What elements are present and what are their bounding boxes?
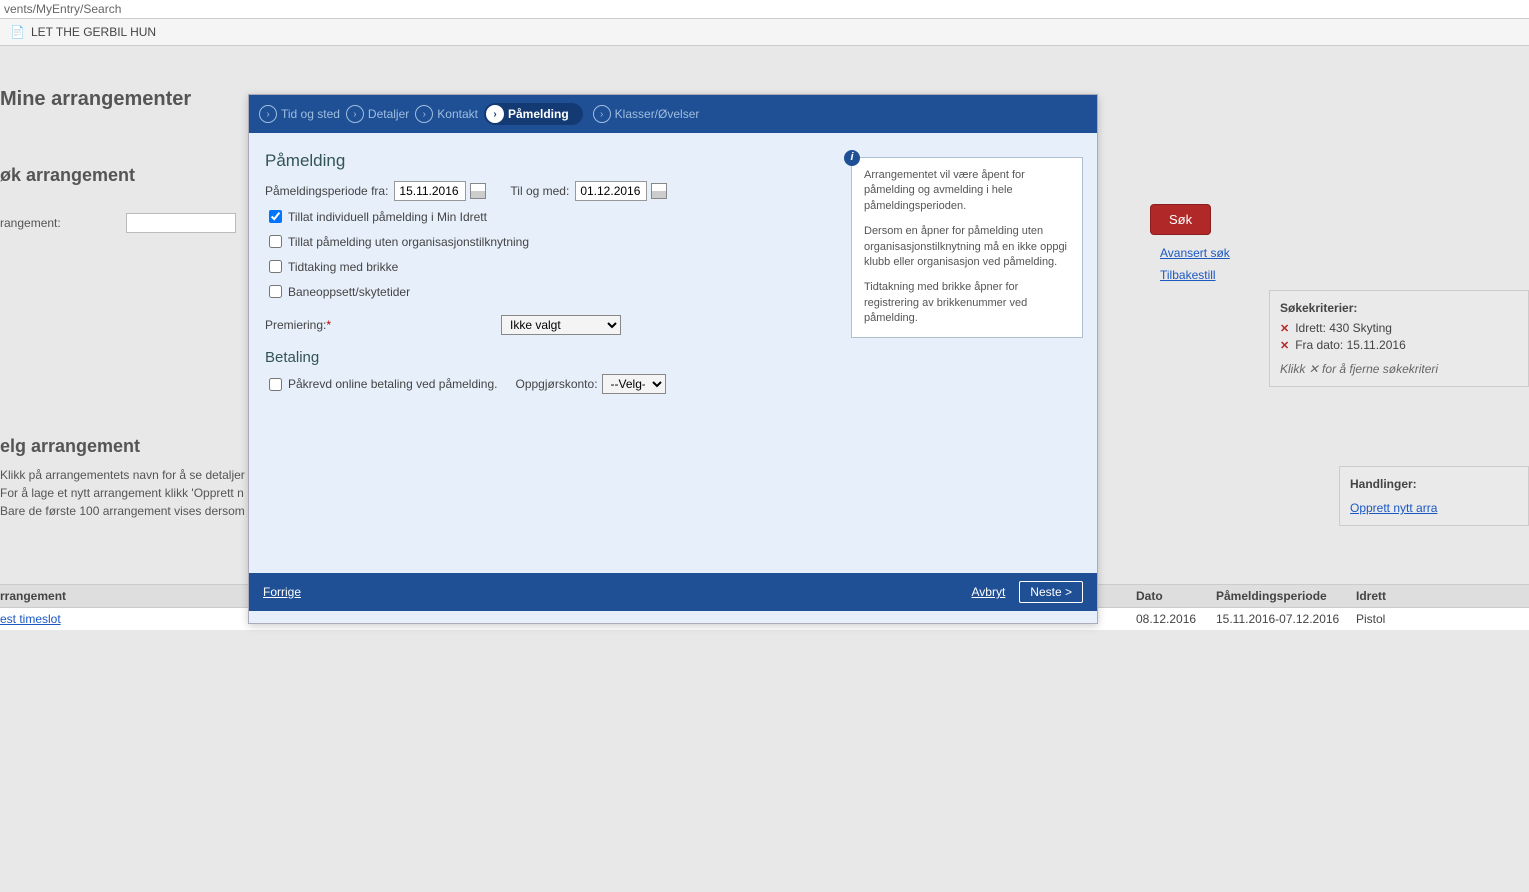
url-bar: vents/MyEntry/Search: [0, 0, 1529, 19]
info-text-line: Bare de første 100 arrangement vises der…: [0, 502, 260, 520]
cell-period: 15.11.2016-07.12.2016: [1208, 608, 1348, 630]
chip-timing-checkbox[interactable]: [269, 260, 282, 273]
chevron-right-icon: ›: [346, 105, 364, 123]
remove-criterion-icon[interactable]: ✕: [1280, 339, 1289, 352]
cancel-button[interactable]: Avbryt: [972, 585, 1006, 599]
criterion-sport: Idrett: 430 Skyting: [1295, 321, 1392, 335]
reset-link[interactable]: Tilbakestill: [1160, 268, 1216, 282]
step-label: Kontakt: [437, 107, 478, 121]
search-heading: øk arrangement: [0, 165, 260, 186]
create-new-link[interactable]: Opprett nytt arra: [1350, 501, 1437, 515]
range-setup-checkbox[interactable]: [269, 285, 282, 298]
period-to-input[interactable]: [575, 181, 647, 201]
registration-wizard-modal: › Tid og sted › Detaljer › Kontakt › Påm…: [248, 94, 1098, 624]
chevron-right-icon: ›: [259, 105, 277, 123]
criterion-fromdate: Fra dato: 15.11.2016: [1295, 338, 1406, 352]
info-text: Klikk på arrangementets navn for å se de…: [0, 466, 260, 520]
info-text-line: Klikk på arrangementets navn for å se de…: [0, 466, 260, 484]
tab-title: LET THE GERBIL HUN: [31, 25, 156, 39]
col-date: Dato: [1128, 585, 1208, 607]
calendar-icon[interactable]: [651, 183, 667, 199]
chevron-right-icon: ›: [486, 105, 504, 123]
step-label: Påmelding: [508, 107, 569, 121]
step-label: Tid og sted: [281, 107, 340, 121]
premiering-select[interactable]: Ikke valgt: [501, 315, 621, 335]
allow-individual-checkbox[interactable]: [269, 210, 282, 223]
arrangement-input[interactable]: [126, 213, 236, 233]
step-label: Klasser/Øvelser: [615, 107, 700, 121]
wizard-steps: › Tid og sted › Detaljer › Kontakt › Påm…: [249, 95, 1097, 133]
info-paragraph: Tidtakning med brikke åpner for registre…: [864, 280, 1070, 326]
search-criteria-box: Søkekriterier: ✕ Idrett: 430 Skyting ✕ F…: [1269, 290, 1529, 387]
info-paragraph: Dersom en åpner for påmelding uten organ…: [864, 224, 1070, 270]
previous-button[interactable]: Forrige: [263, 585, 301, 599]
settlement-account-select[interactable]: --Velg--: [602, 374, 666, 394]
info-icon: i: [844, 150, 860, 166]
step-klasser-ovelser[interactable]: › Klasser/Øvelser: [593, 105, 700, 123]
info-text-line: For å lage et nytt arrangement klikk 'Op…: [0, 484, 260, 502]
actions-box: Handlinger: Opprett nytt arra: [1339, 466, 1529, 526]
chip-timing-label: Tidtaking med brikke: [288, 260, 398, 274]
period-to-label: Til og med:: [510, 184, 569, 198]
page-icon: 📄: [10, 25, 25, 39]
advanced-search-link[interactable]: Avansert søk: [1160, 246, 1230, 260]
criteria-note: Klikk ✕ for å fjerne søkekriteri: [1280, 362, 1518, 376]
payment-heading: Betaling: [265, 349, 1081, 366]
range-setup-label: Baneoppsett/skytetider: [288, 285, 410, 299]
step-pamelding[interactable]: › Påmelding: [484, 103, 583, 125]
arrangement-label: rangement:: [0, 212, 61, 234]
allow-individual-label: Tillat individuell påmelding i Min Idret…: [288, 210, 487, 224]
allow-no-org-label: Tillat påmelding uten organisasjonstilkn…: [288, 235, 529, 249]
info-panel: i Arrangementet vil være åpent for påmel…: [851, 157, 1083, 338]
step-tid-og-sted[interactable]: › Tid og sted: [259, 105, 340, 123]
search-button[interactable]: Søk: [1150, 204, 1211, 235]
modal-footer: Forrige Avbryt Neste >: [249, 573, 1097, 611]
chevron-right-icon: ›: [415, 105, 433, 123]
settlement-account-label: Oppgjørskonto:: [515, 377, 597, 391]
col-period: Påmeldingsperiode: [1208, 585, 1348, 607]
period-from-input[interactable]: [394, 181, 466, 201]
modal-body: Påmelding Påmeldingsperiode fra: Til og …: [249, 133, 1097, 573]
cell-sport: Pistol: [1348, 608, 1498, 630]
remove-criterion-icon[interactable]: ✕: [1280, 322, 1289, 335]
step-label: Detaljer: [368, 107, 409, 121]
background-page: Mine arrangementer øk arrangement rangem…: [0, 46, 1529, 54]
premiering-label: Premiering:*: [265, 318, 495, 332]
arrangement-link[interactable]: est timeslot: [0, 612, 61, 626]
actions-title: Handlinger:: [1350, 477, 1518, 491]
cell-date: 08.12.2016: [1128, 608, 1208, 630]
require-online-payment-checkbox[interactable]: [269, 378, 282, 391]
calendar-icon[interactable]: [470, 183, 486, 199]
criteria-title: Søkekriterier:: [1280, 301, 1518, 315]
col-sport: Idrett: [1348, 585, 1498, 607]
require-online-payment-label: Påkrevd online betaling ved påmelding.: [288, 377, 497, 391]
select-arrangement-heading: elg arrangement: [0, 436, 140, 457]
next-button[interactable]: Neste >: [1019, 581, 1083, 603]
chevron-right-icon: ›: [593, 105, 611, 123]
step-kontakt[interactable]: › Kontakt: [415, 105, 478, 123]
info-paragraph: Arrangementet vil være åpent for påmeldi…: [864, 168, 1070, 214]
tab-bar: 📄 LET THE GERBIL HUN: [0, 19, 1529, 46]
step-detaljer[interactable]: › Detaljer: [346, 105, 409, 123]
page-title: Mine arrangementer: [0, 88, 260, 111]
period-from-label: Påmeldingsperiode fra:: [265, 184, 388, 198]
allow-no-org-checkbox[interactable]: [269, 235, 282, 248]
